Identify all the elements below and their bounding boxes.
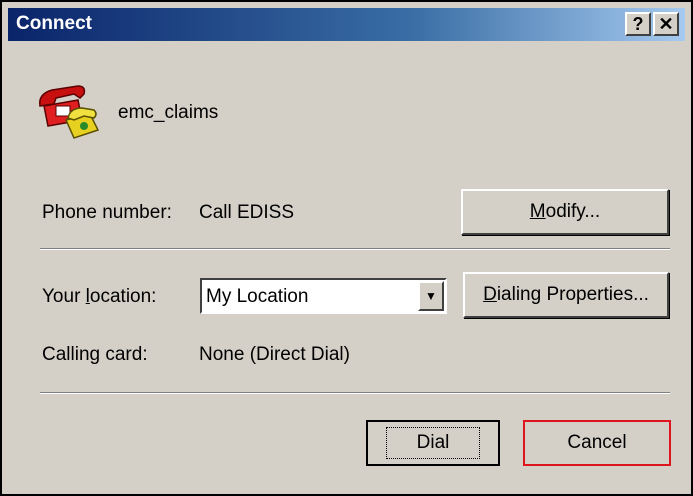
- location-selected-value: My Location: [206, 286, 309, 307]
- window-title: Connect: [16, 13, 92, 34]
- connection-name: emc_claims: [118, 102, 219, 123]
- modify-button[interactable]: Modify...: [461, 189, 669, 235]
- connect-dialog: Connect ? ✕ emc_claims Phone number: Cal…: [0, 0, 693, 496]
- separator: [40, 248, 670, 250]
- calling-card-label: Calling card:: [42, 344, 148, 365]
- cancel-button-label: Cancel: [567, 432, 627, 453]
- dial-button-label: Dial: [385, 427, 481, 459]
- phone-number-label: Phone number:: [42, 202, 172, 223]
- help-icon: ?: [632, 14, 644, 34]
- dialup-phone-icon: [39, 85, 100, 139]
- modify-button-label: Modify...: [529, 201, 601, 222]
- chevron-down-icon: ▼: [425, 289, 437, 303]
- location-dropdown[interactable]: My Location ▼: [200, 278, 447, 314]
- dialing-properties-button[interactable]: Dialing Properties...: [463, 272, 669, 318]
- dropdown-arrow-button[interactable]: ▼: [418, 281, 444, 311]
- close-icon: ✕: [658, 14, 674, 34]
- location-label: Your location:: [42, 286, 157, 307]
- title-bar[interactable]: Connect ? ✕: [8, 8, 685, 41]
- calling-card-value: None (Direct Dial): [199, 344, 350, 365]
- dial-button[interactable]: Dial: [366, 420, 500, 466]
- close-button[interactable]: ✕: [653, 12, 679, 36]
- help-button[interactable]: ?: [625, 12, 651, 36]
- cancel-button[interactable]: Cancel: [523, 420, 671, 466]
- dialing-properties-label: Dialing Properties...: [483, 284, 649, 305]
- phone-number-value: Call EDISS: [199, 202, 295, 223]
- separator: [40, 392, 670, 394]
